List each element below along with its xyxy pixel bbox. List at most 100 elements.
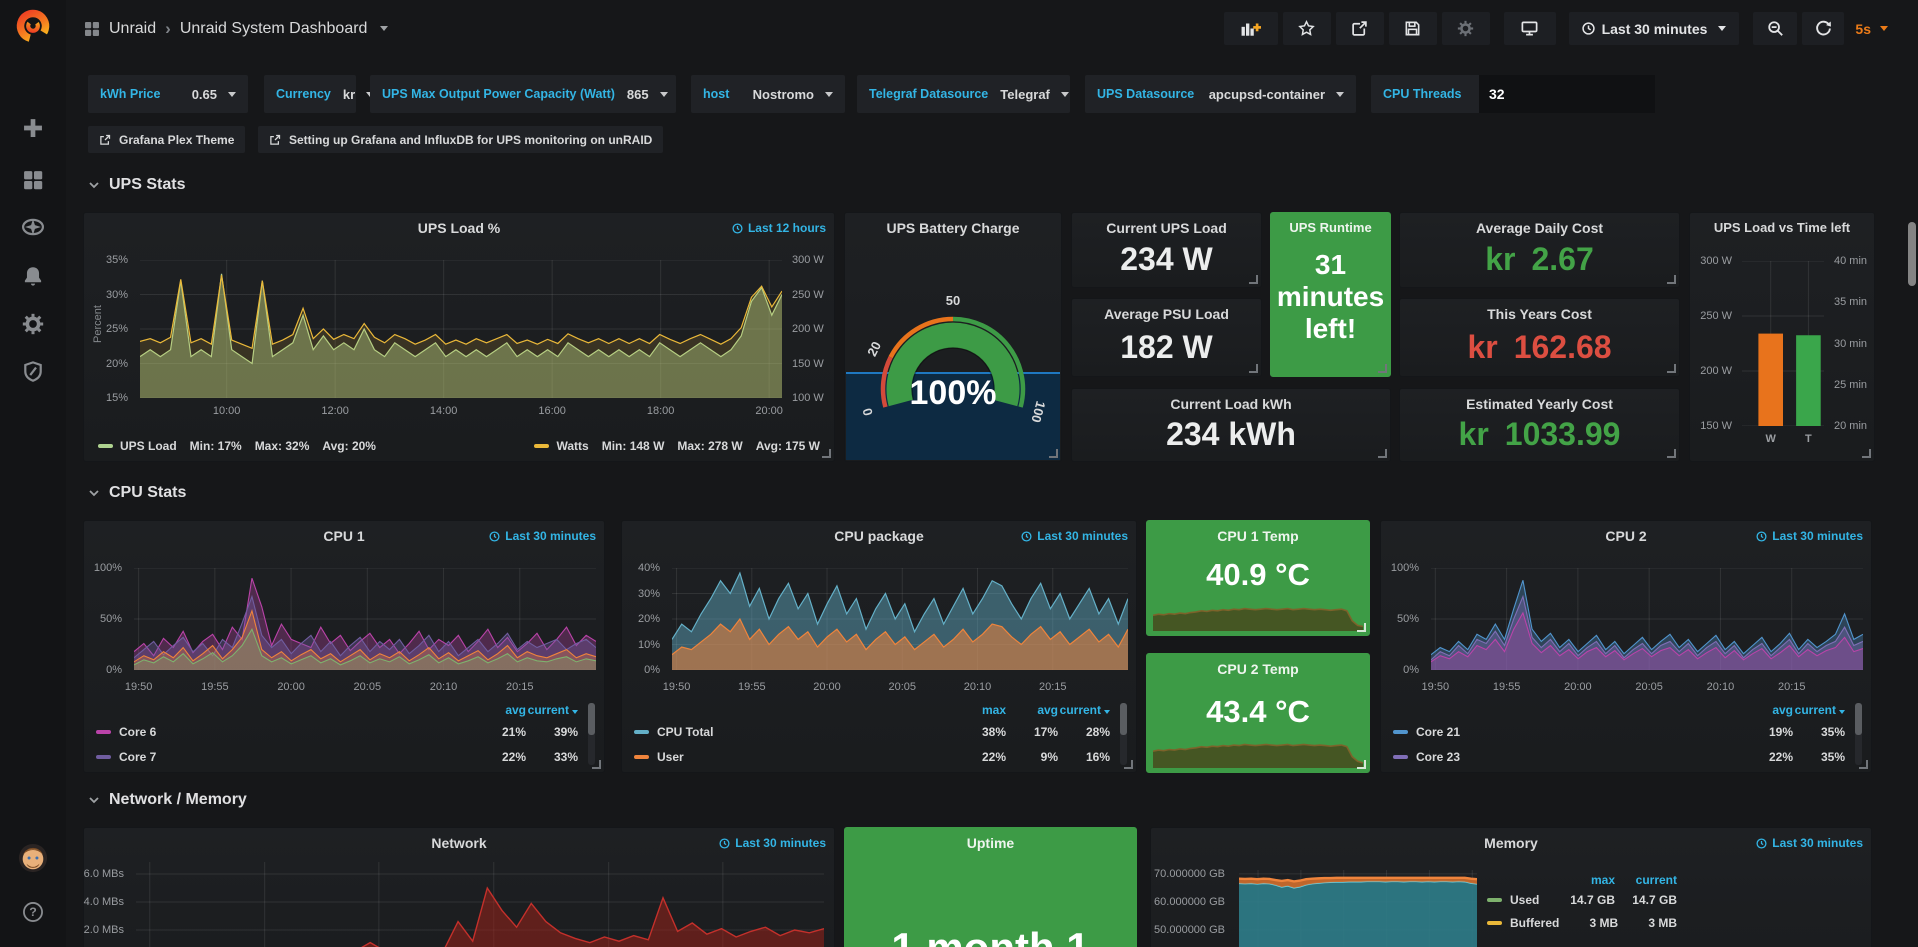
panel-title[interactable]: Estimated Yearly Cost — [1400, 396, 1679, 412]
dashboard-title[interactable]: Unraid System Dashboard — [180, 20, 368, 38]
save-button[interactable] — [1389, 12, 1437, 45]
legend-sort-header[interactable]: current — [1058, 703, 1110, 717]
apps-grid-icon[interactable] — [84, 21, 100, 37]
plot-area[interactable] — [134, 568, 596, 670]
configuration-gear-icon[interactable] — [0, 306, 66, 342]
time-picker[interactable]: Last 30 minutes — [1569, 12, 1740, 45]
section-network-memory[interactable]: Network / Memory — [88, 791, 247, 809]
legend-sort-header[interactable]: current — [526, 703, 578, 717]
axis-tick: 2.0 MBs — [84, 924, 124, 936]
panel-title[interactable]: UPS Battery Charge — [845, 220, 1061, 236]
panel-time-override[interactable]: Last 12 hours — [732, 221, 826, 235]
variable-ups-datasource[interactable]: UPS Datasource apcupsd-container — [1085, 75, 1356, 113]
cpu-threads-input[interactable] — [1479, 75, 1655, 113]
legend-series-toggle[interactable]: WattsMin: 148 WMax: 278 WAvg: 175 W — [534, 439, 820, 453]
legend-series-toggle[interactable]: UPS LoadMin: 17%Max: 32%Avg: 20% — [98, 439, 376, 453]
variable-ups-max-output[interactable]: UPS Max Output Power Capacity (Watt) 865 — [370, 75, 676, 113]
resize-handle[interactable] — [1124, 760, 1133, 769]
refresh-button[interactable] — [1802, 12, 1844, 45]
panel-title[interactable]: Current UPS Load — [1072, 220, 1261, 236]
legend-sort-header[interactable]: avg — [474, 703, 526, 717]
refresh-interval-picker[interactable]: 5s — [1849, 21, 1894, 37]
resize-handle[interactable] — [592, 760, 601, 769]
dashboards-icon[interactable] — [0, 162, 66, 198]
share-button[interactable] — [1336, 12, 1384, 45]
legend-scrollbar-thumb[interactable] — [588, 703, 595, 735]
legend-series-toggle[interactable]: Buffered — [1487, 916, 1559, 930]
add-panel-button[interactable] — [1224, 12, 1278, 45]
grafana-logo[interactable] — [15, 8, 51, 44]
legend-series-toggle[interactable]: Core 23 — [1393, 750, 1741, 764]
legend-series-toggle[interactable]: CPU Total — [634, 725, 954, 739]
zoom-out-button[interactable] — [1753, 12, 1797, 45]
link-grafana-plex-theme[interactable]: Grafana Plex Theme — [88, 126, 245, 153]
create-plus-icon[interactable] — [0, 110, 66, 146]
plot-area[interactable] — [1239, 870, 1477, 947]
legend-sort-header[interactable]: current — [1793, 703, 1845, 717]
resize-handle[interactable] — [1378, 449, 1387, 458]
section-ups-stats[interactable]: UPS Stats — [88, 176, 185, 194]
resize-handle[interactable] — [1249, 364, 1258, 373]
variable-host[interactable]: host Nostromo — [691, 75, 845, 113]
legend-series-toggle[interactable]: Core 21 — [1393, 725, 1741, 739]
legend-sort-header[interactable]: current — [1615, 873, 1677, 887]
legend-sort-header[interactable]: avg — [1741, 703, 1793, 717]
legend-series-toggle[interactable]: Core 6 — [96, 725, 474, 739]
panel-time-override[interactable]: Last 30 minutes — [719, 836, 826, 850]
variable-kwh-price[interactable]: kWh Price 0.65 — [88, 75, 248, 113]
plot-area[interactable] — [140, 260, 782, 398]
panel-title[interactable]: Average Daily Cost — [1400, 220, 1679, 236]
star-button[interactable] — [1283, 12, 1331, 45]
resize-handle[interactable] — [1667, 275, 1676, 284]
link-ups-monitoring-guide[interactable]: Setting up Grafana and InfluxDB for UPS … — [258, 126, 663, 153]
panel-title[interactable]: Average PSU Load — [1072, 306, 1261, 322]
variable-currency[interactable]: Currency kr — [264, 75, 356, 113]
resize-handle[interactable] — [1378, 364, 1387, 373]
legend-series-toggle[interactable]: Core 7 — [96, 750, 474, 764]
settings-gear-icon[interactable] — [1442, 12, 1490, 45]
panel-title[interactable]: Uptime — [845, 835, 1136, 851]
server-admin-shield-icon[interactable] — [0, 354, 66, 390]
legend-sort-header[interactable]: max — [954, 703, 1006, 717]
resize-handle[interactable] — [1667, 364, 1676, 373]
panel-title[interactable]: UPS Runtime — [1271, 220, 1390, 235]
resize-handle[interactable] — [822, 449, 831, 458]
panel-time-override[interactable]: Last 30 minutes — [1756, 836, 1863, 850]
panel-title[interactable]: UPS Load vs Time left — [1690, 220, 1874, 235]
help-icon[interactable]: ? — [0, 894, 66, 930]
resize-handle[interactable] — [1862, 449, 1871, 458]
plot-area[interactable] — [136, 862, 824, 947]
panel-title[interactable]: CPU 2 Temp — [1147, 661, 1369, 677]
panel-title[interactable]: This Years Cost — [1400, 306, 1679, 322]
legend-series-toggle[interactable]: User — [634, 750, 954, 764]
resize-handle[interactable] — [1249, 275, 1258, 284]
legend-sort-header[interactable]: avg — [1006, 703, 1058, 717]
panel-time-override[interactable]: Last 30 minutes — [1756, 529, 1863, 543]
panel-title[interactable]: UPS Load % — [84, 220, 834, 236]
resize-handle[interactable] — [1667, 449, 1676, 458]
explore-compass-icon[interactable] — [0, 209, 66, 245]
alerting-bell-icon[interactable] — [0, 258, 66, 294]
cycle-view-mode-button[interactable] — [1504, 12, 1556, 45]
variable-telegraf-datasource[interactable]: Telegraf Datasource Telegraf — [857, 75, 1070, 113]
page-scrollbar-thumb[interactable] — [1908, 222, 1916, 286]
resize-handle[interactable] — [1049, 449, 1058, 458]
panel-time-override[interactable]: Last 30 minutes — [1021, 529, 1128, 543]
user-avatar[interactable] — [0, 840, 66, 876]
resize-handle[interactable] — [1859, 760, 1868, 769]
legend-scrollbar-thumb[interactable] — [1120, 703, 1127, 735]
resize-handle[interactable] — [1357, 623, 1366, 632]
legend-series-toggle[interactable]: Used — [1487, 893, 1553, 907]
legend-scrollbar-thumb[interactable] — [1855, 703, 1862, 735]
plot-area[interactable] — [1742, 261, 1824, 426]
plot-area[interactable] — [672, 568, 1128, 670]
section-cpu-stats[interactable]: CPU Stats — [88, 484, 186, 502]
panel-title[interactable]: Current Load kWh — [1072, 396, 1390, 412]
resize-handle[interactable] — [1357, 760, 1366, 769]
panel-title[interactable]: CPU 1 Temp — [1147, 528, 1369, 544]
plot-area[interactable] — [1431, 568, 1863, 670]
legend-sort-header[interactable]: max — [1553, 873, 1615, 887]
breadcrumb-app[interactable]: Unraid — [109, 20, 156, 38]
chevron-down-icon[interactable] — [380, 26, 388, 31]
panel-time-override[interactable]: Last 30 minutes — [489, 529, 596, 543]
